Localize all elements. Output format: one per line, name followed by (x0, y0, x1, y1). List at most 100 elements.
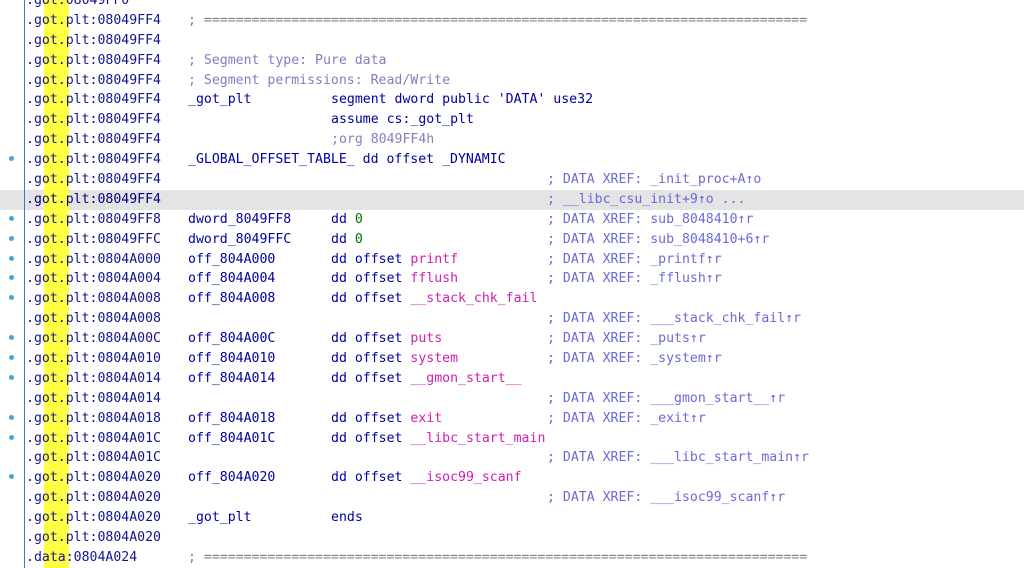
operand-import[interactable]: printf (410, 252, 458, 267)
xref-comment[interactable]: ; DATA XREF: _system↑r (547, 349, 722, 369)
listing-line[interactable]: .got.plt:08049FF8 dword_8049FF8 dd 0 ; DATA… (0, 209, 1024, 230)
line-address[interactable]: .got.plt:0804A01C (26, 448, 161, 468)
line-address[interactable]: .got.plt:08049FF4 (26, 150, 161, 170)
listing-line[interactable]: .got.plt:0804A014 off_804A014 dd offset __… (0, 368, 1024, 389)
line-address[interactable]: .got:08049FF0 (26, 0, 129, 11)
symbol-label[interactable]: off_804A014 (188, 369, 275, 389)
symbol-label[interactable]: off_804A00C (188, 329, 275, 349)
line-address[interactable]: .got.plt:0804A010 (26, 349, 161, 369)
listing-line[interactable]: .got.plt:08049FF4 _GLOBAL_OFFSET_TABLE_ d… (0, 150, 1024, 171)
symbol-label[interactable]: _got_plt (188, 90, 252, 110)
xref-comment[interactable]: ; DATA XREF: sub_8048410+6↑r (547, 230, 769, 250)
line-address[interactable]: .got.plt:0804A008 (26, 309, 161, 329)
line-address[interactable]: .got.plt:08049FF4 (26, 130, 161, 150)
xref-comment[interactable]: ; DATA XREF: ___stack_chk_fail↑r (547, 309, 801, 329)
operand-import[interactable]: exit (410, 411, 442, 426)
symbol-label[interactable]: off_804A020 (188, 468, 275, 488)
line-address[interactable]: .got.plt:0804A014 (26, 369, 161, 389)
xref-marker-dot-icon (9, 215, 14, 221)
symbol-label[interactable]: _got_plt (188, 508, 252, 528)
listing-line[interactable]: .got.plt:08049FF4 _got_plt segment dword p… (0, 90, 1024, 111)
line-address[interactable]: .got.plt:0804A020 (26, 468, 161, 488)
listing-line[interactable]: .got.plt:08049FF4 ; =====================… (0, 10, 1024, 31)
line-address[interactable]: .data:0804A024 (26, 548, 137, 568)
line-address[interactable]: .got.plt:0804A020 (26, 488, 161, 508)
xref-comment[interactable]: ; DATA XREF: sub_8048410↑r (547, 210, 753, 230)
line-address[interactable]: .got.plt:08049FFC (26, 230, 161, 250)
line-address[interactable]: .got.plt:0804A000 (26, 250, 161, 270)
symbol-label[interactable]: off_804A010 (188, 349, 275, 369)
line-address[interactable]: .got.plt:08049FF4 (26, 110, 161, 130)
listing-line[interactable]: .got.plt:08049FF4 ;org 8049FF4h (0, 130, 1024, 151)
listing-line[interactable]: .got.plt:08049FF4 ; DATA XREF: _init_proc… (0, 170, 1024, 190)
listing-line[interactable]: .got.plt:08049FFC dword_8049FFC dd 0 ; DATA… (0, 229, 1024, 250)
listing-line[interactable]: .got.plt:0804A00C off_804A00C dd offset pu… (0, 329, 1024, 350)
symbol-label[interactable]: dword_8049FFC (188, 230, 291, 250)
gutter-divider (24, 528, 25, 548)
operand-import[interactable]: __isoc99_scanf (410, 470, 521, 485)
line-address[interactable]: .got.plt:0804A01C (26, 429, 161, 449)
gutter-divider (24, 70, 25, 91)
xref-comment[interactable]: ; DATA XREF: ___isoc99_scanf↑r (547, 488, 785, 508)
symbol-label[interactable]: off_804A000 (188, 250, 275, 270)
line-address[interactable]: .got.plt:0804A020 (26, 508, 161, 528)
symbol-label[interactable]: dword_8049FF8 (188, 210, 291, 230)
xref-comment[interactable]: ; DATA XREF: _printf↑r (547, 250, 722, 270)
listing-line[interactable]: .got.plt:0804A008 off_804A008 dd offset __… (0, 289, 1024, 310)
xref-comment[interactable]: ; DATA XREF: _exit↑r (547, 409, 706, 429)
line-address[interactable]: .got.plt:0804A020 (26, 528, 161, 548)
listing-line[interactable]: .got.plt:0804A020 (0, 528, 1024, 548)
symbol-label[interactable]: off_804A008 (188, 289, 275, 309)
operand-import[interactable]: system (410, 351, 458, 366)
operand-import[interactable]: puts (410, 331, 442, 346)
listing-line[interactable]: .got.plt:0804A018 off_804A018 dd offset ex… (0, 408, 1024, 429)
operand-import[interactable]: __stack_chk_fail (410, 291, 537, 306)
line-address[interactable]: .got.plt:08049FF4 (26, 51, 161, 71)
disassembly-listing[interactable]: .got:08049FF0 .got.plt:08049FF4; ========… (0, 0, 1024, 568)
line-address[interactable]: .got.plt:0804A00C (26, 329, 161, 349)
listing-line[interactable]: .got.plt:0804A000 off_804A000 dd offset pr… (0, 249, 1024, 270)
listing-line[interactable]: .got.plt:0804A01C ; DATA XREF: ___libc_st… (0, 448, 1024, 469)
xref-comment[interactable]: ; DATA XREF: _puts↑r (547, 329, 706, 349)
listing-line[interactable]: .got.plt:08049FF4 (0, 30, 1024, 51)
listing-line[interactable]: .got.plt:08049FF4 ; Segment type: Pure da… (0, 50, 1024, 71)
line-address[interactable]: .got.plt:08049FF4 (26, 31, 161, 51)
line-address[interactable]: .got.plt:08049FF4 (26, 190, 161, 210)
listing-line[interactable]: .got.plt:08049FF4 ; Segment permissions: … (0, 70, 1024, 91)
listing-line[interactable]: .got.plt:0804A020 ; DATA XREF: ___isoc99_… (0, 488, 1024, 509)
listing-line[interactable]: .got.plt:0804A014 ; DATA XREF: ___gmon_st… (0, 388, 1024, 409)
xref-comment[interactable]: ; DATA XREF: _fflush↑r (547, 269, 722, 289)
gutter-divider (24, 547, 25, 568)
symbol-label[interactable]: off_804A01C (188, 429, 275, 449)
xref-comment[interactable]: ; __libc_csu_init+9↑o ... (547, 190, 746, 210)
operand-import[interactable]: __libc_start_main (410, 431, 545, 446)
line-address[interactable]: .got.plt:08049FF4 (26, 170, 161, 190)
xref-comment[interactable]: ; DATA XREF: ___libc_start_main↑r (547, 448, 809, 468)
listing-line[interactable]: .got.plt:08049FF4 ; __libc_csu_init+9↑o .… (0, 189, 1024, 210)
line-address[interactable]: .got.plt:08049FF8 (26, 210, 161, 230)
xref-comment[interactable]: ; DATA XREF: ___gmon_start__↑r (547, 389, 785, 409)
listing-line[interactable]: .got.plt:08049FF4 assume cs:_got_plt (0, 110, 1024, 131)
operand-import[interactable]: __gmon_start__ (410, 371, 521, 386)
listing-line[interactable]: .data:0804A024 ; ========================… (0, 547, 1024, 568)
listing-line[interactable]: .got.plt:0804A010 off_804A010 dd offset sy… (0, 349, 1024, 369)
symbol-label[interactable]: off_804A004 (188, 269, 275, 289)
listing-line[interactable]: .got.plt:0804A004 off_804A004 dd offset ff… (0, 269, 1024, 290)
instruction: dd offset __gmon_start__ (331, 369, 522, 389)
line-address[interactable]: .got.plt:08049FF4 (26, 90, 161, 110)
xref-comment[interactable]: ; DATA XREF: _init_proc+A↑o (547, 170, 761, 190)
line-address[interactable]: .got.plt:0804A008 (26, 289, 161, 309)
listing-line[interactable]: .got.plt:0804A020 off_804A020 dd offset __… (0, 468, 1024, 489)
line-address[interactable]: .got.plt:08049FF4 (26, 11, 161, 31)
listing-line[interactable]: .got.plt:0804A020 _got_plt ends (0, 508, 1024, 529)
symbol-label[interactable]: off_804A018 (188, 409, 275, 429)
listing-line[interactable]: .got.plt:0804A01C off_804A01C dd offset __… (0, 428, 1024, 449)
line-address[interactable]: .got.plt:0804A004 (26, 269, 161, 289)
listing-line[interactable]: .got.plt:0804A008 ; DATA XREF: ___stack_c… (0, 309, 1024, 330)
listing-line[interactable]: .got:08049FF0 (0, 0, 1024, 11)
line-address[interactable]: .got.plt:0804A014 (26, 389, 161, 409)
line-address[interactable]: .got.plt:0804A018 (26, 409, 161, 429)
operand-import[interactable]: fflush (410, 271, 458, 286)
xref-marker-dot-icon (9, 255, 14, 261)
line-address[interactable]: .got.plt:08049FF4 (26, 71, 161, 91)
